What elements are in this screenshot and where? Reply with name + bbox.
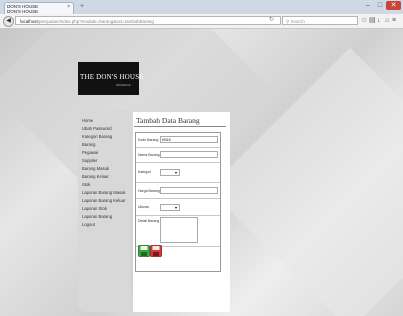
menu-item-pegawai[interactable]: Pegawai [82, 149, 126, 157]
url-host: localhost [20, 19, 38, 24]
minimize-icon[interactable]: – [362, 1, 374, 10]
bookmarks-icon[interactable]: ▤ [369, 17, 376, 25]
site-logo[interactable]: THE DON'S HOUSE RESIDENCE [78, 62, 144, 95]
maximize-icon[interactable]: □ [374, 1, 386, 10]
kode-barang-label: Kode Barang [138, 138, 159, 142]
page-title: Tambah Data Barang [136, 116, 200, 125]
form-row-kategori: Kategori ▾ [136, 163, 220, 183]
menu-item-supplier[interactable]: Supplier [82, 157, 126, 165]
menu-icon[interactable]: ≡ [392, 17, 396, 25]
form-row-detail: Detail Barang [136, 216, 220, 247]
address-bar[interactable]: localhost/penjualan/index.php?module=bar… [15, 16, 281, 25]
reload-icon[interactable]: ↻ [269, 16, 274, 25]
menu-item-laporan-barang-keluar[interactable]: Laporan Barang Keluar [82, 197, 126, 205]
ukuran-select[interactable]: ▾ [160, 204, 180, 211]
browser-titlebar: DON'S HOUSE DON'S HOUSE × + – □ ✕ [0, 0, 403, 14]
harga-barang-input[interactable] [160, 187, 218, 194]
browser-toolbar: ◀ localhost/penjualan/index.php?module=b… [0, 14, 403, 29]
menu-item-laporan-stok[interactable]: Laporan Stok [82, 205, 126, 213]
form-row-kode: Kode Barang KB18 [136, 133, 220, 148]
title-divider [134, 126, 226, 127]
back-arrow-icon[interactable]: ◀ [3, 16, 14, 27]
menu-item-laporan-barang[interactable]: Laporan Barang [82, 213, 126, 221]
menu-item-barang-keluar[interactable]: Barang Keluar [82, 173, 126, 181]
ukuran-label: Ukuran [138, 205, 150, 209]
menu-item-laporan-barang-masuk[interactable]: Laporan Barang Masuk [82, 189, 126, 197]
detail-barang-textarea[interactable] [160, 217, 198, 243]
chevron-down-icon: ▾ [174, 170, 177, 175]
logo-subtitle: RESIDENCE [116, 84, 131, 87]
menu-item-barang[interactable]: Barang [82, 141, 126, 149]
menu-item-home[interactable]: Home [82, 117, 126, 125]
save-icon [138, 245, 150, 257]
nama-barang-input[interactable] [160, 151, 218, 158]
harga-barang-label: Harga Barang [138, 189, 160, 193]
form-row-ukuran: Ukuran ▾ [136, 199, 220, 216]
menu-item-logout[interactable]: Logout [82, 221, 126, 229]
tab-close-icon[interactable]: × [67, 5, 70, 10]
reset-button[interactable] [150, 244, 162, 257]
menu-item-barang-masuk[interactable]: Barang Masuk [82, 165, 126, 173]
menu-item-ubah-password[interactable]: Ubah Password [82, 125, 126, 133]
kategori-label: Kategori [138, 170, 152, 174]
browser-tab[interactable]: DON'S HOUSE DON'S HOUSE × [4, 2, 74, 14]
kategori-select[interactable]: ▾ [160, 169, 180, 176]
detail-barang-label: Detail Barang [138, 219, 160, 223]
search-placeholder: Search [290, 19, 305, 24]
url-path: /penjualan/index.php?module=barang&act=t… [37, 19, 154, 24]
menu-item-kategori-barang[interactable]: Kategori Barang [82, 133, 126, 141]
close-window-icon[interactable]: ✕ [386, 1, 401, 10]
download-icon[interactable]: ↓ [377, 17, 381, 25]
kode-barang-input[interactable]: KB18 [160, 136, 218, 143]
menu-item-stok[interactable]: Stok [82, 181, 126, 189]
search-input[interactable]: ⚲ Search [282, 16, 358, 25]
form-row-nama: Nama Barang [136, 148, 220, 163]
logo-name: THE DON'S HOUSE [80, 73, 144, 81]
new-tab-button[interactable]: + [80, 3, 84, 10]
reset-icon [150, 245, 162, 257]
bookmark-star-icon[interactable]: ☆ [361, 17, 367, 25]
nama-barang-label: Nama Barang [138, 153, 160, 157]
home-icon[interactable]: ⌂ [385, 17, 389, 25]
form-row-harga: Harga Barang [136, 183, 220, 199]
sidebar-menu: Home Ubah Password Kategori Barang Baran… [82, 117, 126, 229]
chevron-down-icon: ▾ [174, 205, 177, 210]
save-button[interactable] [138, 244, 150, 257]
